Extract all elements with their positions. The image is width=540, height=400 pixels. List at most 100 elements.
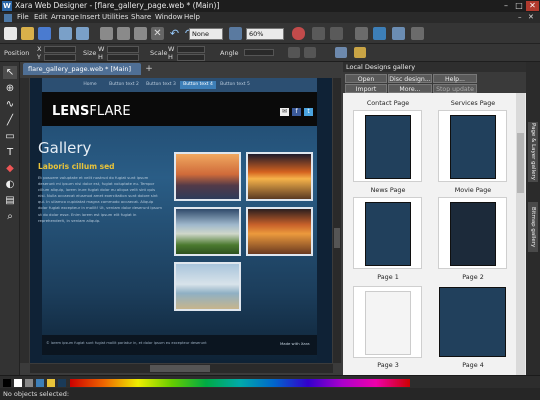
close-button[interactable]: ✕: [526, 1, 539, 11]
angle-input[interactable]: [244, 49, 274, 56]
doc-menu-icon[interactable]: [4, 14, 12, 22]
menu-help[interactable]: Help: [184, 13, 200, 21]
scale-height-input[interactable]: [177, 54, 205, 61]
swatch-gray[interactable]: [25, 379, 33, 387]
facebook-icon[interactable]: f: [292, 108, 301, 116]
tab-page-layer-gallery[interactable]: Page & Layer gallery: [528, 122, 538, 182]
menu-minimize-button[interactable]: –: [518, 13, 522, 21]
zoom-out-icon[interactable]: [330, 27, 343, 40]
nav-link-2[interactable]: Button text 2: [106, 81, 142, 89]
palette-strip[interactable]: [70, 379, 410, 387]
cut-icon[interactable]: [100, 27, 113, 40]
menu-close-button[interactable]: ✕: [528, 13, 534, 21]
flip-horizontal-icon[interactable]: [288, 47, 300, 58]
x-input[interactable]: [44, 46, 76, 53]
shadow-tool-icon[interactable]: ▤: [3, 194, 17, 207]
twitter-icon[interactable]: t: [304, 108, 313, 116]
menu-arrange[interactable]: Arrange: [51, 13, 79, 21]
photo-pier-sunset[interactable]: [174, 152, 241, 201]
page-canvas[interactable]: Home Button text 2 Button text 3 Button …: [30, 78, 332, 363]
fill-tool-icon[interactable]: ◆: [3, 162, 17, 175]
photo-beach-people[interactable]: [174, 262, 241, 311]
horizontal-scrollbar[interactable]: [30, 364, 333, 373]
thumb-news-page[interactable]: [353, 197, 422, 269]
import-icon[interactable]: [59, 27, 72, 40]
menu-window[interactable]: Window: [155, 13, 183, 21]
tab-bitmap-gallery[interactable]: Bitmap gallery: [528, 202, 538, 252]
photo-meadow-sky[interactable]: [174, 207, 241, 256]
gallery-more-button[interactable]: More...: [388, 84, 432, 93]
link-icon[interactable]: [354, 47, 366, 58]
delete-icon[interactable]: ✕: [151, 27, 164, 40]
horizontal-scroll-thumb[interactable]: [150, 365, 210, 372]
selector-options-icon[interactable]: [335, 47, 347, 58]
flip-vertical-icon[interactable]: [304, 47, 316, 58]
zoom-in-icon[interactable]: [312, 27, 325, 40]
thumb-contact-page[interactable]: [353, 110, 422, 182]
paste-icon[interactable]: [134, 27, 147, 40]
selector-tool-icon[interactable]: ↖: [3, 66, 17, 79]
menu-file[interactable]: File: [17, 13, 29, 21]
transparency-tool-icon[interactable]: ◐: [3, 178, 17, 191]
zoom-select[interactable]: 60%: [246, 28, 284, 40]
document-tab[interactable]: flare_gallery_page.web * [Main]: [23, 63, 141, 75]
thumb-services-page[interactable]: [438, 110, 507, 182]
undo-icon[interactable]: ↶: [168, 27, 181, 40]
quality-select[interactable]: None: [189, 28, 223, 40]
add-tab-button[interactable]: +: [144, 64, 154, 74]
gallery-open-button[interactable]: Open: [345, 74, 387, 83]
y-input[interactable]: [44, 54, 76, 61]
copy-icon[interactable]: [117, 27, 130, 40]
photo-boat-sunset[interactable]: [246, 207, 313, 256]
nav-link-home[interactable]: Home: [76, 81, 104, 89]
pen-tool-icon[interactable]: ╱: [3, 114, 17, 127]
swatch-white[interactable]: [14, 379, 22, 387]
gallery-scrollbar[interactable]: [516, 93, 525, 375]
text-tool-icon[interactable]: T: [3, 146, 17, 159]
gallery-help-button[interactable]: Help...: [433, 74, 477, 83]
width-input[interactable]: [107, 46, 139, 53]
preview-icon[interactable]: [392, 27, 405, 40]
thumb-page-1[interactable]: [353, 286, 422, 358]
swatch-navy[interactable]: [58, 379, 66, 387]
thumb-page-2[interactable]: [438, 286, 507, 358]
save-icon[interactable]: [38, 27, 51, 40]
vertical-scrollbar[interactable]: [333, 78, 341, 363]
height-input[interactable]: [107, 54, 139, 61]
new-document-icon[interactable]: [4, 27, 17, 40]
rectangle-tool-icon[interactable]: ▭: [3, 130, 17, 143]
menu-utilities[interactable]: Utilities: [102, 13, 128, 21]
scale-width-input[interactable]: [177, 46, 205, 53]
swatch-yellow[interactable]: [47, 379, 55, 387]
site-logo: LENSFLARE: [52, 104, 131, 119]
zoom-fit-icon[interactable]: [229, 27, 242, 40]
zoom-tool-icon[interactable]: ⊕: [3, 82, 17, 95]
vertical-scroll-thumb[interactable]: [334, 228, 340, 248]
gallery-scroll-thumb[interactable]: [517, 133, 524, 193]
export-icon[interactable]: [76, 27, 89, 40]
menu-edit[interactable]: Edit: [34, 13, 48, 21]
gallery-disc-design-button[interactable]: Disc design...: [388, 74, 432, 83]
swatch-black[interactable]: [3, 379, 11, 387]
mail-icon[interactable]: ✉: [280, 108, 289, 116]
grid-icon[interactable]: [355, 27, 368, 40]
nav-link-5[interactable]: Button text 5: [217, 81, 253, 89]
minimize-button[interactable]: –: [500, 1, 512, 11]
gallery-stop-update-button[interactable]: Stop update: [433, 84, 477, 93]
website-icon[interactable]: [373, 27, 386, 40]
thumb-movie-page[interactable]: [438, 197, 507, 269]
photo-tool-icon[interactable]: ⌕: [3, 210, 17, 223]
nav-link-3[interactable]: Button text 3: [143, 81, 179, 89]
photo-lake-sunset[interactable]: [246, 152, 313, 201]
open-icon[interactable]: [21, 27, 34, 40]
gallery-import-button[interactable]: Import: [345, 84, 387, 93]
menu-share[interactable]: Share: [131, 13, 151, 21]
publish-icon[interactable]: [411, 27, 424, 40]
freehand-tool-icon[interactable]: ∿: [3, 98, 17, 111]
swatch-blue[interactable]: [36, 379, 44, 387]
maximize-button[interactable]: □: [513, 1, 525, 11]
menu-insert[interactable]: Insert: [80, 13, 100, 21]
nav-link-4[interactable]: Button text 4: [180, 81, 216, 89]
snap-icon[interactable]: [292, 27, 305, 40]
gallery-header: Local Designs gallery: [343, 62, 540, 72]
